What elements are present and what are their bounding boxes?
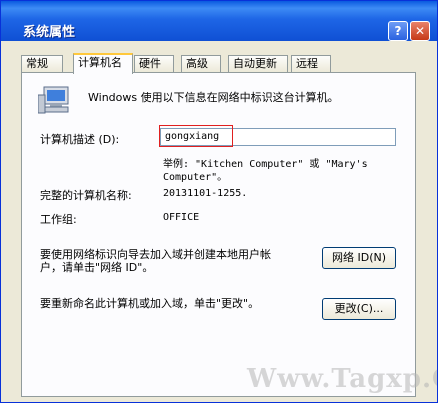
tab-advanced[interactable]: 高级 bbox=[181, 55, 221, 72]
system-properties-window: 系统属性 ? ✕ 常规 计算机名 硬件 高级 自动更新 远程 Windows 使… bbox=[0, 0, 438, 403]
tab-computer-name[interactable]: 计算机名 bbox=[73, 53, 133, 74]
description-label: 计算机描述 (D): bbox=[40, 133, 120, 146]
tab-hardware[interactable]: 硬件 bbox=[134, 55, 174, 72]
intro-text: Windows 使用以下信息在网络中标识这台计算机。 bbox=[88, 91, 339, 104]
full-name-value: 20131101-1255. bbox=[163, 188, 248, 199]
highlight-box bbox=[159, 125, 233, 147]
tab-automatic-updates[interactable]: 自动更新 bbox=[228, 55, 288, 72]
rename-text: 要重新命名此计算机或加入域，单击"更改"。 bbox=[40, 297, 260, 310]
help-button[interactable]: ? bbox=[388, 21, 408, 41]
close-button[interactable]: ✕ bbox=[410, 21, 430, 41]
window-title: 系统属性 bbox=[23, 25, 76, 40]
title-bar[interactable]: 系统属性 ? ✕ bbox=[1, 1, 437, 41]
tab-general[interactable]: 常规 bbox=[21, 55, 63, 72]
network-id-button[interactable]: 网络 ID(N) bbox=[322, 247, 396, 269]
network-id-text-2: 户，请单击"网络 ID"。 bbox=[40, 261, 154, 274]
computer-name-panel: Windows 使用以下信息在网络中标识这台计算机。 计算机描述 (D): go… bbox=[21, 72, 416, 397]
tab-remote[interactable]: 远程 bbox=[291, 55, 331, 72]
workgroup-value: OFFICE bbox=[163, 212, 200, 223]
computer-icon bbox=[38, 86, 69, 114]
workgroup-label: 工作组: bbox=[40, 213, 77, 226]
example-line-2: Computer"。 bbox=[163, 172, 228, 183]
watermark: Www.Tagxp.Com bbox=[247, 364, 437, 394]
full-name-label: 完整的计算机名称: bbox=[40, 189, 132, 202]
change-button[interactable]: 更改(C)... bbox=[322, 298, 396, 320]
